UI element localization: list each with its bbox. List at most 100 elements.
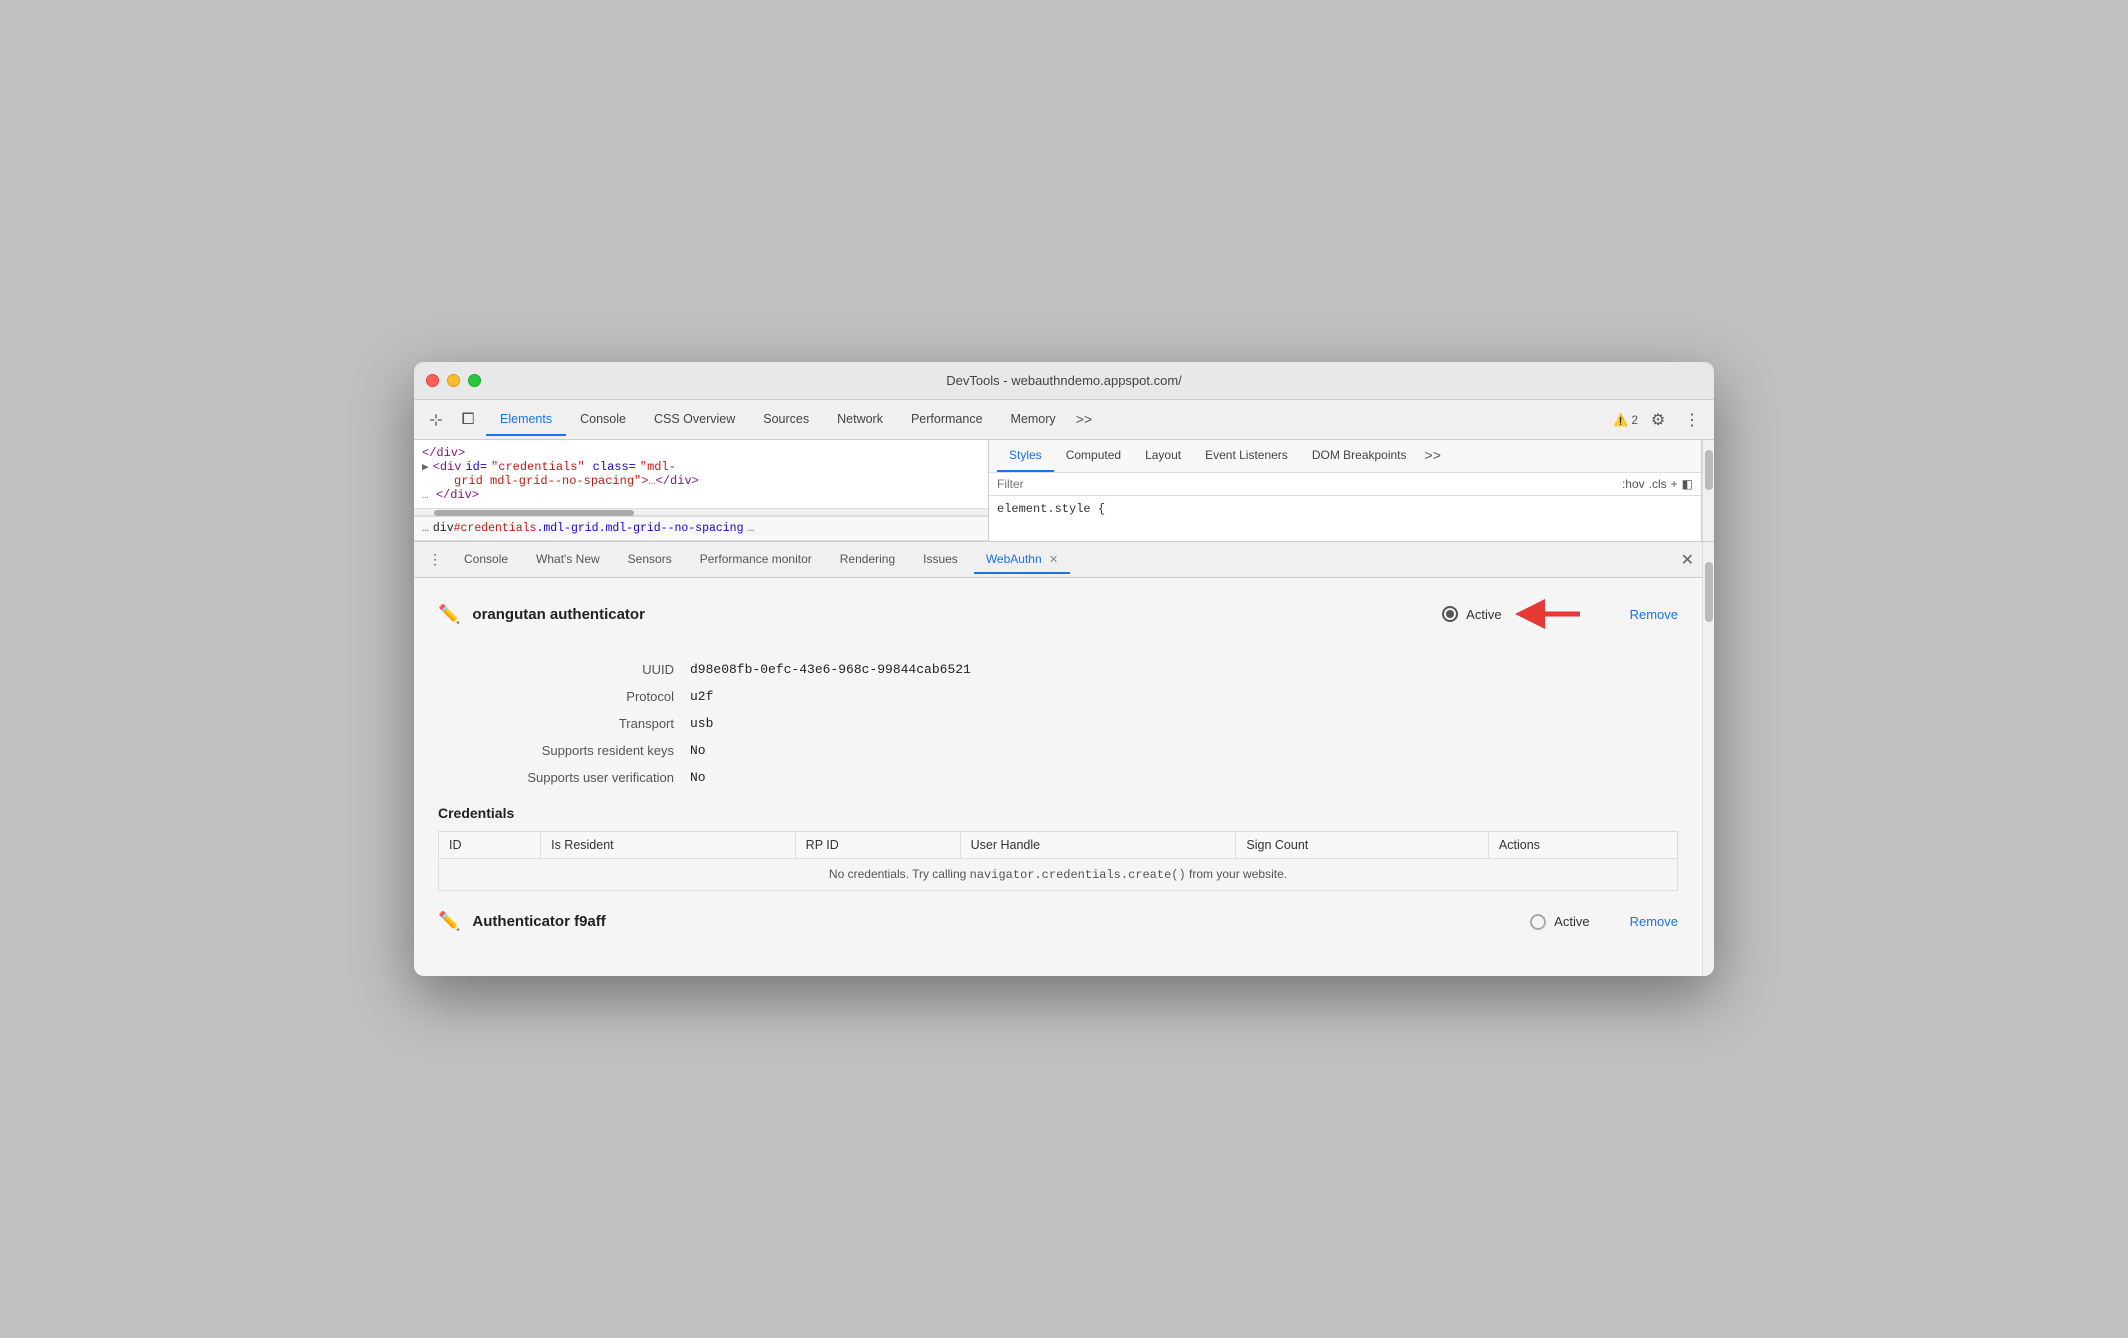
tab-whats-new[interactable]: What's New bbox=[524, 546, 612, 574]
detail-resident-keys: Supports resident keys No bbox=[470, 743, 1678, 758]
device-icon[interactable]: ⧠ bbox=[454, 406, 482, 434]
maximize-button[interactable] bbox=[468, 374, 481, 387]
authenticator1-remove[interactable]: Remove bbox=[1630, 607, 1678, 622]
bottom-tab-bar: ⋮ Console What's New Sensors Performance… bbox=[414, 542, 1702, 578]
authenticator2-remove[interactable]: Remove bbox=[1630, 914, 1678, 929]
tab-dom-breakpoints[interactable]: DOM Breakpoints bbox=[1300, 440, 1419, 472]
credentials-table-header-row: ID Is Resident RP ID User Handle Sign Co… bbox=[439, 832, 1678, 859]
drawer-more-icon[interactable]: ⋮ bbox=[422, 547, 448, 572]
drawer-close-button[interactable]: ✕ bbox=[1681, 550, 1694, 570]
elements-panel: </div> ▶ <div id="credentials" class="md… bbox=[414, 440, 989, 541]
styles-filter-input[interactable] bbox=[997, 477, 1616, 491]
tab-performance-monitor[interactable]: Performance monitor bbox=[688, 546, 824, 574]
warning-badge[interactable]: ⚠️ 2 bbox=[1613, 413, 1638, 427]
tab-console[interactable]: Console bbox=[566, 404, 640, 436]
devtools-header-right: ⚠️ 2 ⚙ ⋮ bbox=[1613, 406, 1706, 434]
elements-class-continuation: grid mdl-grid--no-spacing">…</div> bbox=[454, 474, 980, 488]
breadcrumb-path[interactable]: div#credentials.mdl-grid.mdl-grid--no-sp… bbox=[433, 522, 744, 535]
resident-keys-value: No bbox=[690, 743, 706, 758]
tab-sources[interactable]: Sources bbox=[749, 404, 823, 436]
main-layout: </div> ▶ <div id="credentials" class="md… bbox=[414, 440, 1714, 976]
horizontal-scrollbar[interactable] bbox=[414, 508, 988, 516]
minimize-button[interactable] bbox=[447, 374, 460, 387]
more-tabs-button[interactable]: >> bbox=[1070, 407, 1098, 433]
tab-console-bottom[interactable]: Console bbox=[452, 546, 520, 574]
cursor-icon[interactable]: ⊹ bbox=[422, 406, 450, 434]
settings-icon[interactable]: ⚙ bbox=[1644, 406, 1672, 434]
authenticator2-active-group: Active bbox=[1530, 914, 1589, 930]
hov-button[interactable]: :hov bbox=[1622, 477, 1645, 491]
detail-user-verification: Supports user verification No bbox=[470, 770, 1678, 785]
tab-issues[interactable]: Issues bbox=[911, 546, 970, 574]
uuid-value: d98e08fb-0efc-43e6-968c-99844cab6521 bbox=[690, 662, 971, 677]
transport-value: usb bbox=[690, 716, 713, 731]
red-arrow-annotation bbox=[1510, 594, 1590, 634]
authenticator1-row: ✏️ orangutan authenticator Active bbox=[438, 594, 1678, 646]
styles-content: element.style { bbox=[989, 496, 1701, 522]
edit-icon-1[interactable]: ✏️ bbox=[438, 604, 460, 625]
edit-icon-2[interactable]: ✏️ bbox=[438, 911, 460, 932]
bottom-right-scrollbar[interactable] bbox=[1702, 542, 1714, 976]
close-button[interactable] bbox=[426, 374, 439, 387]
credentials-section: Credentials ID Is Resident RP ID User Ha… bbox=[438, 805, 1678, 891]
col-id: ID bbox=[439, 832, 541, 859]
col-actions: Actions bbox=[1488, 832, 1677, 859]
tab-memory[interactable]: Memory bbox=[997, 404, 1070, 436]
styles-filter-bar: :hov .cls + ◧ bbox=[989, 473, 1701, 496]
bottom-area: ⋮ Console What's New Sensors Performance… bbox=[414, 542, 1714, 976]
tab-webauthn-close[interactable]: ✕ bbox=[1049, 554, 1058, 566]
tab-event-listeners[interactable]: Event Listeners bbox=[1193, 440, 1300, 472]
authenticator1-active-label: Active bbox=[1466, 607, 1501, 622]
breadcrumb-dots: … bbox=[422, 522, 429, 535]
transport-label: Transport bbox=[470, 716, 690, 731]
authenticator2-active-label: Active bbox=[1554, 914, 1589, 929]
warning-icon: ⚠️ bbox=[1613, 413, 1628, 427]
user-verification-label: Supports user verification bbox=[470, 770, 690, 785]
credentials-table-head: ID Is Resident RP ID User Handle Sign Co… bbox=[439, 832, 1678, 859]
scrollbar-handle bbox=[1705, 450, 1713, 490]
tab-webauthn[interactable]: WebAuthn ✕ bbox=[974, 546, 1070, 574]
tab-css-overview[interactable]: CSS Overview bbox=[640, 404, 749, 436]
user-verification-value: No bbox=[690, 770, 706, 785]
traffic-lights bbox=[426, 374, 481, 387]
tab-layout[interactable]: Layout bbox=[1133, 440, 1193, 472]
uuid-label: UUID bbox=[470, 662, 690, 677]
authenticator1-active-radio[interactable] bbox=[1442, 606, 1458, 622]
authenticator1-active-group: Active bbox=[1442, 594, 1589, 634]
right-scrollbar[interactable] bbox=[1702, 440, 1714, 541]
resident-keys-label: Supports resident keys bbox=[470, 743, 690, 758]
credentials-empty-row: No credentials. Try calling navigator.cr… bbox=[439, 859, 1678, 891]
tab-network[interactable]: Network bbox=[823, 404, 897, 436]
add-rule-icon[interactable]: + bbox=[1671, 477, 1678, 491]
col-sign-count: Sign Count bbox=[1236, 832, 1489, 859]
tab-elements[interactable]: Elements bbox=[486, 404, 566, 436]
scrollbar-thumb bbox=[434, 510, 634, 516]
elements-content: </div> ▶ <div id="credentials" class="md… bbox=[414, 440, 988, 508]
elements-divclose: </div> bbox=[422, 446, 980, 460]
protocol-label: Protocol bbox=[470, 689, 690, 704]
bottom-scrollbar-handle bbox=[1705, 562, 1713, 622]
tab-computed[interactable]: Computed bbox=[1054, 440, 1133, 472]
breadcrumb-more[interactable]: … bbox=[748, 522, 755, 535]
expand-arrow[interactable]: ▶ bbox=[422, 460, 429, 474]
tab-performance[interactable]: Performance bbox=[897, 404, 997, 436]
authenticator1-details: UUID d98e08fb-0efc-43e6-968c-99844cab652… bbox=[470, 662, 1678, 785]
tab-sensors[interactable]: Sensors bbox=[616, 546, 684, 574]
tab-rendering[interactable]: Rendering bbox=[828, 546, 907, 574]
protocol-value: u2f bbox=[690, 689, 713, 704]
tab-styles[interactable]: Styles bbox=[997, 440, 1054, 472]
more-options-icon[interactable]: ⋮ bbox=[1678, 406, 1706, 434]
cls-button[interactable]: .cls bbox=[1649, 477, 1667, 491]
authenticator2-row: ✏️ Authenticator f9aff Active Remove bbox=[438, 911, 1678, 944]
col-rp-id: RP ID bbox=[795, 832, 960, 859]
element-style-text: element.style { bbox=[997, 502, 1105, 516]
detail-protocol: Protocol u2f bbox=[470, 689, 1678, 704]
sidebar-toggle-icon[interactable]: ◧ bbox=[1682, 477, 1693, 491]
authenticator2-active-radio[interactable] bbox=[1530, 914, 1546, 930]
styles-tab-bar: Styles Computed Layout Event Listeners D… bbox=[989, 440, 1701, 473]
credentials-title: Credentials bbox=[438, 805, 1678, 821]
col-user-handle: User Handle bbox=[960, 832, 1236, 859]
styles-more-tabs[interactable]: >> bbox=[1419, 443, 1447, 469]
webauthn-content: ✏️ orangutan authenticator Active bbox=[414, 578, 1702, 976]
authenticator1-name: orangutan authenticator bbox=[472, 606, 1442, 623]
